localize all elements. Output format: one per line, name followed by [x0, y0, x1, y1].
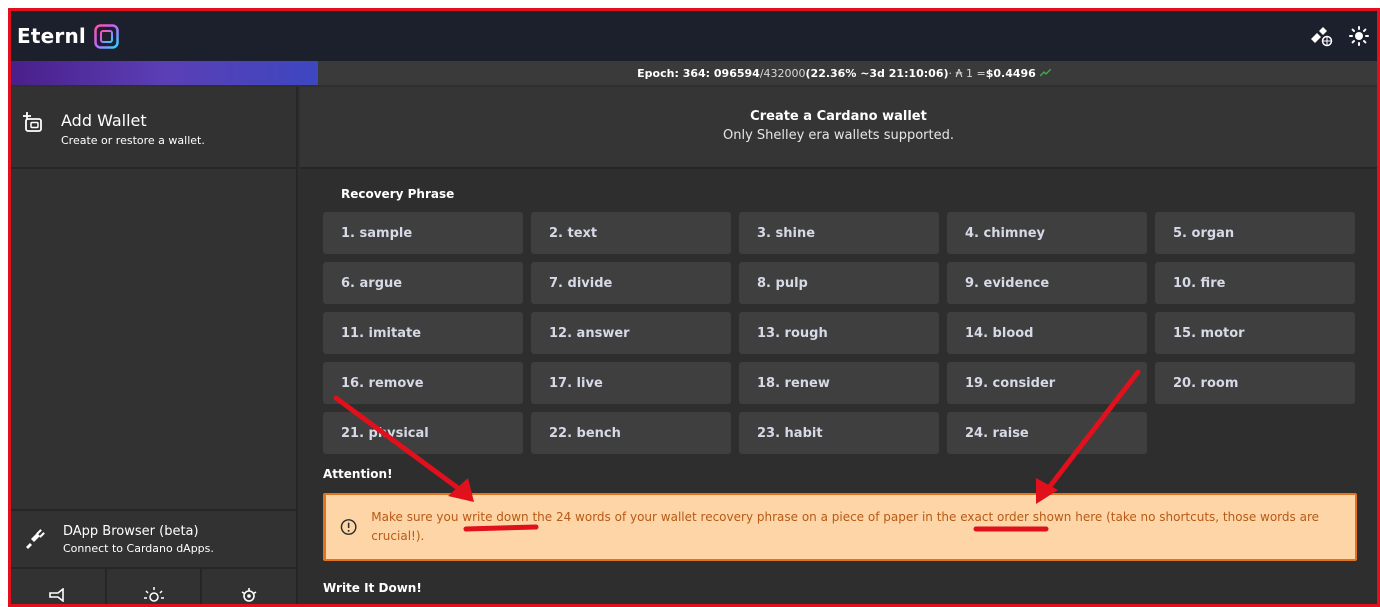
sun-outline-icon: [143, 586, 164, 602]
recovery-word-17: 17. live: [531, 362, 731, 404]
network-satellite-icon[interactable]: [1309, 25, 1333, 47]
recovery-word-11: 11. imitate: [323, 312, 523, 354]
epoch-bar: Epoch: 364: 096594 /432000 (22.36% ~3d 2…: [11, 61, 1377, 85]
dapp-browser-subtitle: Connect to Cardano dApps.: [63, 541, 214, 555]
recovery-word-12: 12. answer: [531, 312, 731, 354]
top-icons: [1309, 25, 1369, 47]
recovery-word-24: 24. raise: [947, 412, 1147, 454]
add-wallet-icon: [23, 112, 42, 132]
main-panel: Create a Cardano wallet Only Shelley era…: [300, 87, 1377, 604]
epoch-total: /432000: [759, 66, 806, 80]
price-prefix: · ₳ 1 =: [948, 66, 986, 80]
recovery-phrase-label: Recovery Phrase: [341, 187, 455, 201]
recovery-word-10: 10. fire: [1155, 262, 1355, 304]
recovery-word-18: 18. renew: [739, 362, 939, 404]
add-wallet-title: Add Wallet: [61, 111, 147, 130]
epoch-label: Epoch: 364: 096594: [637, 66, 760, 80]
plug-icon: [26, 529, 45, 549]
recovery-word-2: 2. text: [531, 212, 731, 254]
eternl-logo-icon: [94, 23, 119, 49]
recovery-word-21: 21. physical: [323, 412, 523, 454]
recovery-word-9: 9. evidence: [947, 262, 1147, 304]
recovery-phrase-grid: 1. sample 2. text 3. shine 4. chimney 5. org…: [323, 212, 1357, 454]
warning-icon: [340, 519, 357, 535]
epoch-info: Epoch: 364: 096594 /432000 (22.36% ~3d 2…: [311, 61, 1377, 85]
recovery-word-4: 4. chimney: [947, 212, 1147, 254]
brand[interactable]: Eternl: [17, 23, 119, 49]
recovery-word-1: 1. sample: [323, 212, 523, 254]
recovery-word-15: 15. motor: [1155, 312, 1355, 354]
create-wallet-header: Create a Cardano wallet Only Shelley era…: [300, 87, 1377, 169]
write-it-down-label: Write It Down!: [323, 581, 422, 595]
settings-icon: [241, 587, 257, 602]
top-bar: Eternl: [11, 11, 1377, 61]
announcements-button[interactable]: [11, 569, 107, 604]
recovery-word-14: 14. blood: [947, 312, 1147, 354]
epoch-progress-bar: [11, 61, 318, 85]
warning-banner: Make sure you write down the 24 words of…: [323, 493, 1357, 561]
recovery-word-3: 3. shine: [739, 212, 939, 254]
recovery-word-5: 5. organ: [1155, 212, 1355, 254]
sidebar-bottom-bar: [11, 567, 296, 604]
warning-text: Make sure you write down the 24 words of…: [371, 510, 1319, 543]
add-wallet-subtitle: Create or restore a wallet.: [61, 134, 205, 147]
theme-button[interactable]: [107, 569, 203, 604]
recovery-word-16: 16. remove: [323, 362, 523, 404]
app-name: Eternl: [17, 24, 86, 48]
recovery-word-13: 13. rough: [739, 312, 939, 354]
recovery-word-19: 19. consider: [947, 362, 1147, 404]
sun-icon[interactable]: [1349, 26, 1369, 46]
attention-label: Attention!: [323, 467, 393, 481]
add-wallet-item[interactable]: Add Wallet Create or restore a wallet.: [11, 87, 296, 169]
recovery-word-22: 22. bench: [531, 412, 731, 454]
megaphone-icon: [49, 587, 64, 602]
recovery-word-23: 23. habit: [739, 412, 939, 454]
app-window: Eternl Epoch: 364: 096594 /432000 (22.36…: [8, 8, 1380, 607]
recovery-word-20: 20. room: [1155, 362, 1355, 404]
recovery-word-8: 8. pulp: [739, 262, 939, 304]
recovery-word-6: 6. argue: [323, 262, 523, 304]
epoch-detail: (22.36% ~3d 21:10:06): [805, 66, 949, 80]
ada-price: $0.4496: [985, 66, 1036, 80]
page-subtitle: Only Shelley era wallets supported.: [722, 128, 954, 143]
recovery-word-7: 7. divide: [531, 262, 731, 304]
sidebar: Add Wallet Create or restore a wallet. D…: [11, 87, 298, 604]
trend-up-icon: [1039, 67, 1052, 80]
dapp-browser-title: DApp Browser (beta): [63, 523, 199, 539]
settings-button[interactable]: [202, 569, 296, 604]
dapp-browser-item[interactable]: DApp Browser (beta) Connect to Cardano d…: [11, 509, 296, 567]
page-title: Create a Cardano wallet: [750, 109, 927, 124]
